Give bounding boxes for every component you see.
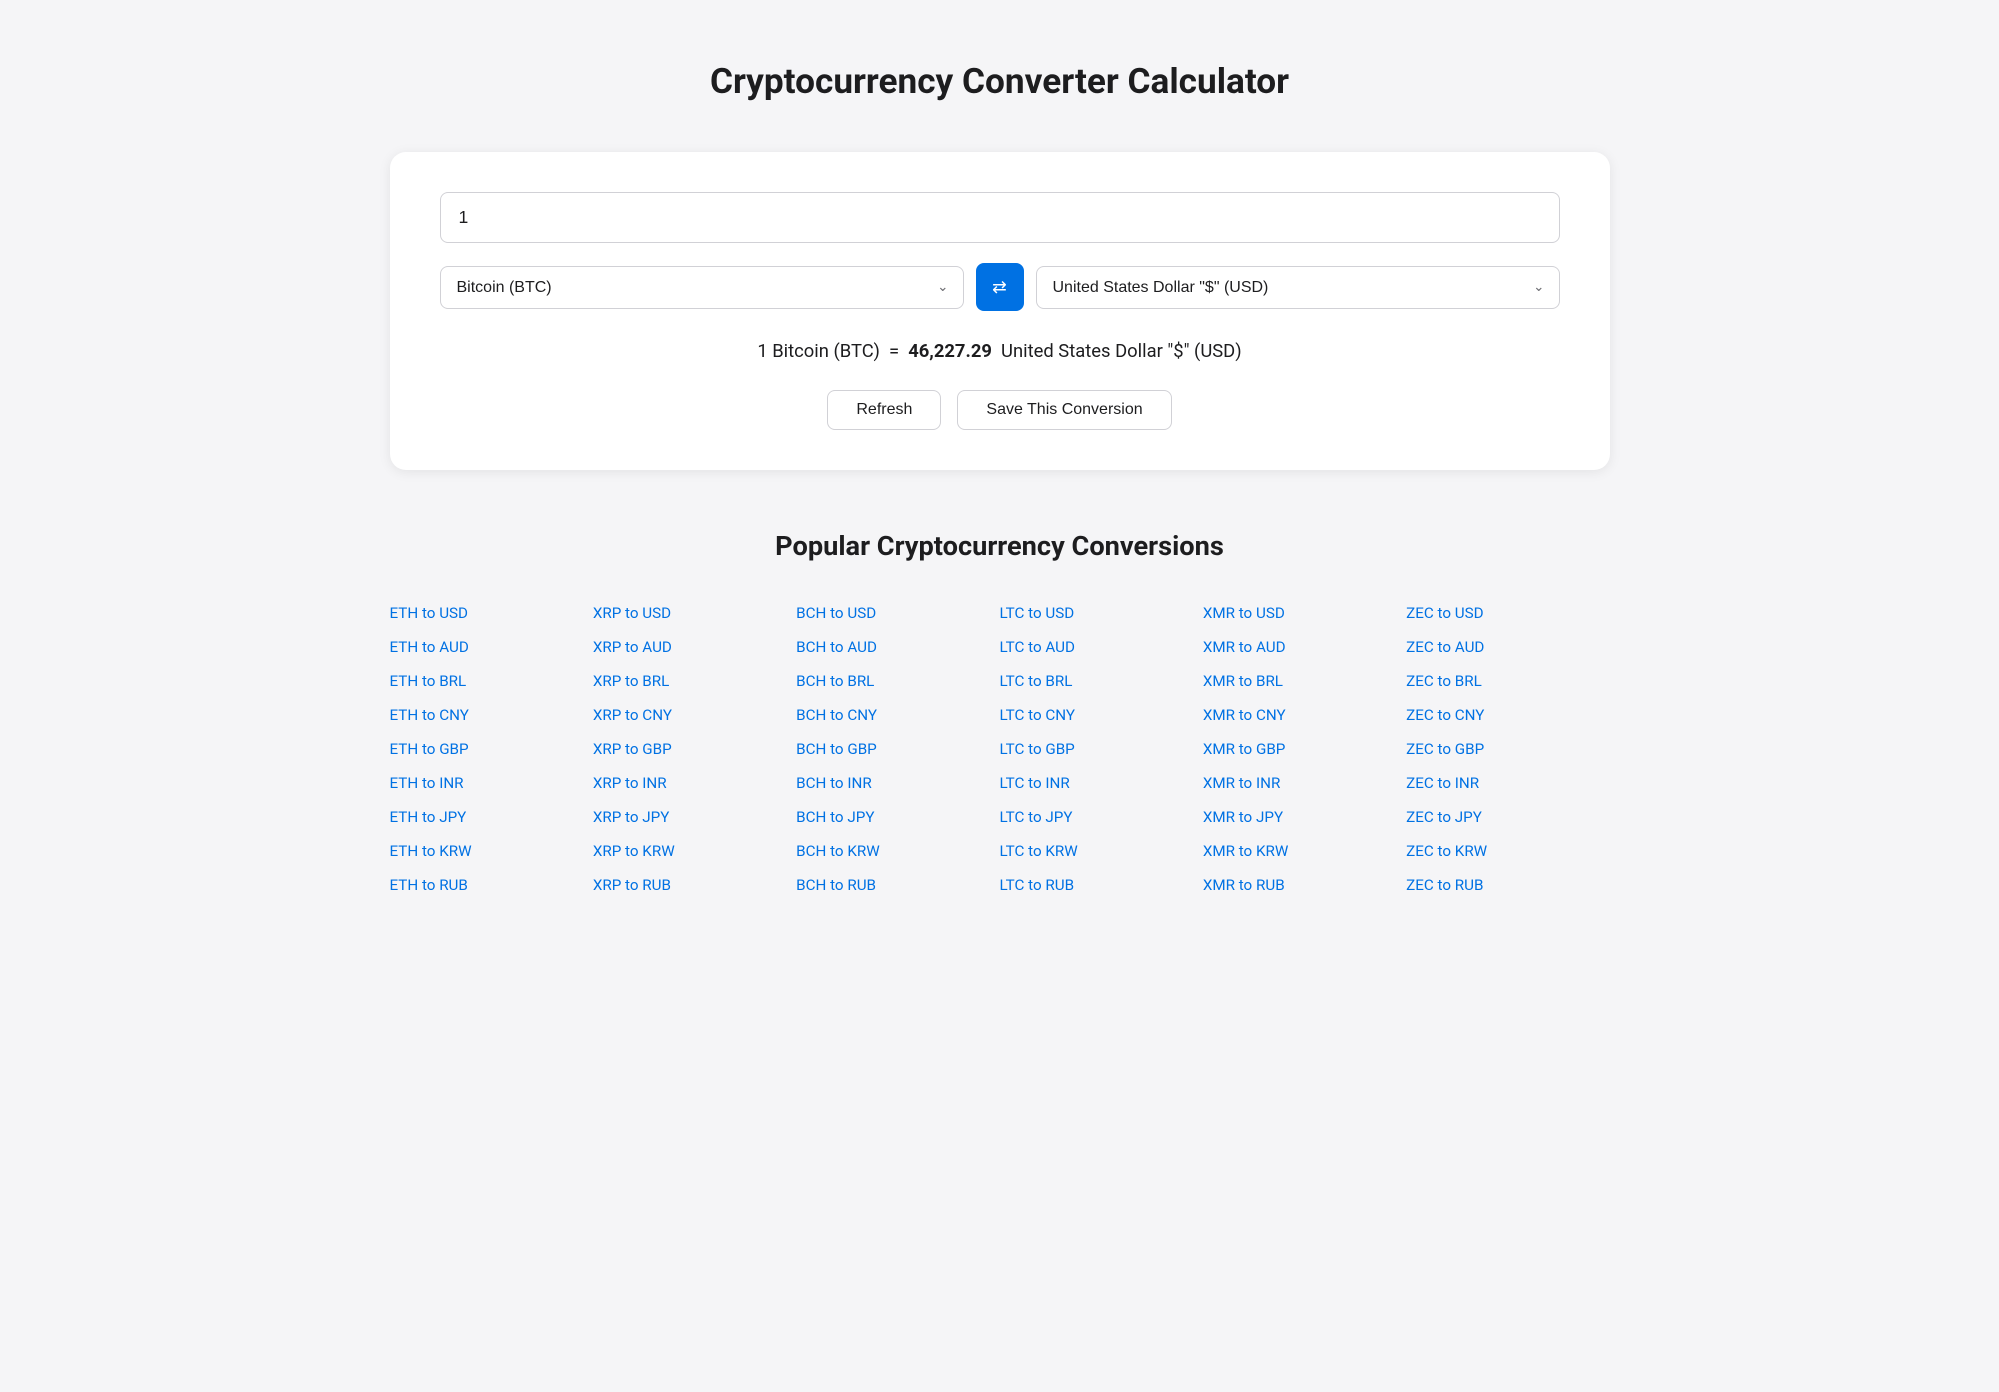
conversion-link[interactable]: ETH to INR — [390, 768, 593, 798]
swap-icon: ⇄ — [992, 277, 1007, 298]
conversion-link[interactable]: ZEC to AUD — [1406, 632, 1609, 662]
conversion-link[interactable]: XMR to GBP — [1203, 734, 1406, 764]
conversion-link[interactable]: LTC to GBP — [999, 734, 1202, 764]
conversion-link[interactable]: ETH to JPY — [390, 802, 593, 832]
conversion-link[interactable]: XMR to USD — [1203, 598, 1406, 628]
conversion-link[interactable]: XRP to JPY — [593, 802, 796, 832]
conversion-link[interactable]: ETH to USD — [390, 598, 593, 628]
conversion-link[interactable]: XRP to INR — [593, 768, 796, 798]
conversion-link[interactable]: ETH to CNY — [390, 700, 593, 730]
conversion-link[interactable]: ETH to BRL — [390, 666, 593, 696]
conversion-link[interactable]: XMR to CNY — [1203, 700, 1406, 730]
conversion-link[interactable]: LTC to JPY — [999, 802, 1202, 832]
conversion-link[interactable]: BCH to USD — [796, 598, 999, 628]
conversion-link[interactable]: BCH to KRW — [796, 836, 999, 866]
conversion-link[interactable]: ETH to RUB — [390, 870, 593, 900]
conversion-link[interactable]: XMR to RUB — [1203, 870, 1406, 900]
to-currency-wrapper: United States Dollar "$" (USD) ⌄ — [1036, 266, 1560, 309]
from-currency-wrapper: Bitcoin (BTC) ⌄ — [440, 266, 964, 309]
conversion-link[interactable]: XRP to AUD — [593, 632, 796, 662]
conversion-link[interactable]: XRP to GBP — [593, 734, 796, 764]
conversion-link[interactable]: ETH to KRW — [390, 836, 593, 866]
conversion-link[interactable]: BCH to RUB — [796, 870, 999, 900]
conversion-link[interactable]: XRP to USD — [593, 598, 796, 628]
conversion-link[interactable]: XMR to JPY — [1203, 802, 1406, 832]
conversion-link[interactable]: BCH to JPY — [796, 802, 999, 832]
conversion-link[interactable]: ZEC to GBP — [1406, 734, 1609, 764]
swap-button[interactable]: ⇄ — [976, 263, 1024, 311]
conversion-link[interactable]: XMR to AUD — [1203, 632, 1406, 662]
conversion-link[interactable]: ZEC to CNY — [1406, 700, 1609, 730]
result-row: 1 Bitcoin (BTC) = 46,227.29 United State… — [440, 341, 1560, 362]
conversion-link[interactable]: BCH to BRL — [796, 666, 999, 696]
conversion-link[interactable]: XMR to KRW — [1203, 836, 1406, 866]
result-equals: = — [889, 341, 899, 362]
conversion-link[interactable]: LTC to AUD — [999, 632, 1202, 662]
conversion-link[interactable]: LTC to KRW — [999, 836, 1202, 866]
popular-section: Popular Cryptocurrency Conversions ETH t… — [390, 530, 1610, 900]
result-to-label: United States Dollar "$" (USD) — [1001, 341, 1242, 362]
action-buttons: Refresh Save This Conversion — [440, 390, 1560, 430]
result-from-label: 1 Bitcoin (BTC) — [757, 341, 880, 362]
popular-title: Popular Cryptocurrency Conversions — [390, 530, 1610, 562]
conversion-link[interactable]: ETH to GBP — [390, 734, 593, 764]
conversion-link[interactable]: ZEC to BRL — [1406, 666, 1609, 696]
conversion-link[interactable]: LTC to USD — [999, 598, 1202, 628]
conversion-link[interactable]: BCH to INR — [796, 768, 999, 798]
conversion-link[interactable]: LTC to BRL — [999, 666, 1202, 696]
conversion-link[interactable]: XMR to BRL — [1203, 666, 1406, 696]
conversion-link[interactable]: LTC to INR — [999, 768, 1202, 798]
conversion-link[interactable]: ZEC to INR — [1406, 768, 1609, 798]
selectors-row: Bitcoin (BTC) ⌄ ⇄ United States Dollar "… — [440, 263, 1560, 311]
result-value: 46,227.29 — [908, 341, 992, 362]
conversion-link[interactable]: XMR to INR — [1203, 768, 1406, 798]
page-title: Cryptocurrency Converter Calculator — [390, 60, 1610, 102]
conversion-link[interactable]: ZEC to KRW — [1406, 836, 1609, 866]
conversions-grid: ETH to USDXRP to USDBCH to USDLTC to USD… — [390, 598, 1610, 900]
converter-card: Bitcoin (BTC) ⌄ ⇄ United States Dollar "… — [390, 152, 1610, 470]
conversion-link[interactable]: XRP to RUB — [593, 870, 796, 900]
conversion-link[interactable]: BCH to CNY — [796, 700, 999, 730]
conversion-link[interactable]: LTC to CNY — [999, 700, 1202, 730]
conversion-link[interactable]: XRP to KRW — [593, 836, 796, 866]
refresh-button[interactable]: Refresh — [827, 390, 941, 430]
conversion-link[interactable]: ETH to AUD — [390, 632, 593, 662]
conversion-link[interactable]: XRP to CNY — [593, 700, 796, 730]
conversion-link[interactable]: BCH to GBP — [796, 734, 999, 764]
amount-input[interactable] — [440, 192, 1560, 243]
conversion-link[interactable]: BCH to AUD — [796, 632, 999, 662]
conversion-link[interactable]: ZEC to RUB — [1406, 870, 1609, 900]
conversion-link[interactable]: ZEC to USD — [1406, 598, 1609, 628]
save-conversion-button[interactable]: Save This Conversion — [957, 390, 1171, 430]
to-currency-select[interactable]: United States Dollar "$" (USD) — [1053, 279, 1543, 296]
conversion-link[interactable]: LTC to RUB — [999, 870, 1202, 900]
from-currency-select[interactable]: Bitcoin (BTC) — [457, 279, 947, 296]
conversion-link[interactable]: ZEC to JPY — [1406, 802, 1609, 832]
conversion-link[interactable]: XRP to BRL — [593, 666, 796, 696]
